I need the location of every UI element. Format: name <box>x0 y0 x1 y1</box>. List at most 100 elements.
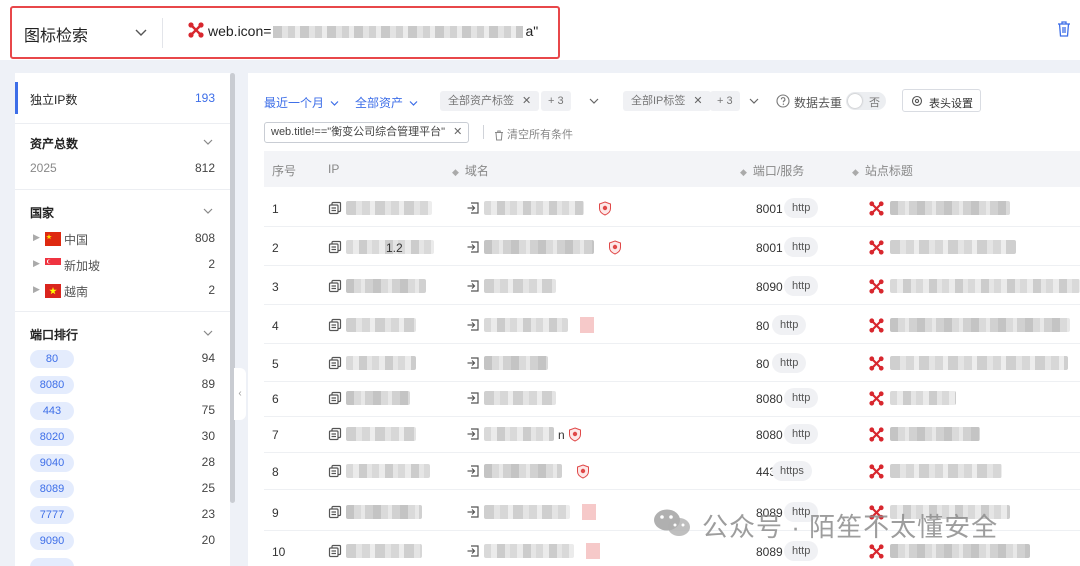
protocol-badge[interactable]: http <box>784 276 819 296</box>
asset-tag-chip[interactable]: 全部资产标签 ✕ <box>440 91 540 111</box>
redacted-title[interactable] <box>890 201 1010 215</box>
copy-icon[interactable] <box>328 544 342 558</box>
chevron-down-icon[interactable] <box>202 136 214 148</box>
redacted-domain[interactable] <box>484 427 554 441</box>
redacted-ip[interactable] <box>346 544 422 558</box>
port-pill[interactable]: 80 <box>30 350 74 368</box>
open-link-icon[interactable] <box>466 318 480 332</box>
redacted-title[interactable] <box>890 279 1080 293</box>
sort-icon[interactable]: ◆ <box>740 167 747 177</box>
column-settings-button[interactable]: 表头设置 <box>902 89 981 112</box>
sidebar-scrollbar[interactable] <box>230 73 235 503</box>
chevron-down-icon[interactable] <box>748 95 760 107</box>
open-link-icon[interactable] <box>466 356 480 370</box>
redacted-domain[interactable] <box>484 279 556 293</box>
redacted-ip[interactable] <box>346 279 426 293</box>
protocol-badge[interactable]: http <box>784 237 819 257</box>
redacted-domain[interactable] <box>484 201 584 215</box>
redacted-ip[interactable] <box>346 391 410 405</box>
port-pill[interactable]: 9090 <box>30 532 74 550</box>
port-item[interactable]: 9040 28 <box>30 454 215 472</box>
port-pill-partial[interactable] <box>30 558 74 566</box>
port-item[interactable]: 443 75 <box>30 402 215 420</box>
clear-conditions-button[interactable]: 清空所有条件 <box>494 126 573 142</box>
country-item-vietnam[interactable]: ▶ 越南 2 <box>30 283 215 301</box>
time-filter-dropdown[interactable]: 最近一个月 <box>264 94 340 111</box>
ip-tag-chip[interactable]: 全部IP标签 ✕ <box>623 91 711 111</box>
protocol-badge[interactable]: http <box>784 424 819 444</box>
country-item-singapore[interactable]: ▶ 新加坡 2 <box>30 257 215 275</box>
redacted-title[interactable] <box>890 356 1068 370</box>
protocol-badge[interactable]: http <box>784 388 819 408</box>
protocol-badge[interactable]: http <box>772 315 807 335</box>
redacted-domain[interactable] <box>484 240 594 254</box>
protocol-badge[interactable]: https <box>772 461 812 481</box>
redacted-ip[interactable] <box>346 427 416 441</box>
asset-total-row[interactable]: 2025 812 <box>30 161 215 179</box>
port-pill[interactable]: 9040 <box>30 454 74 472</box>
redacted-domain[interactable] <box>484 464 562 478</box>
redacted-title[interactable] <box>890 464 1002 478</box>
chevron-down-icon[interactable] <box>588 95 600 107</box>
col-domain[interactable]: ◆ 域名 <box>452 162 489 179</box>
copy-icon[interactable] <box>328 427 342 441</box>
protocol-badge[interactable]: http <box>772 353 807 373</box>
open-link-icon[interactable] <box>466 505 480 519</box>
table-row[interactable]: 6 8080 http <box>264 379 1080 417</box>
col-port[interactable]: ◆ 端口/服务 <box>740 162 804 179</box>
collapse-sidebar-button[interactable]: ‹ <box>234 368 246 420</box>
dedup-toggle[interactable]: 否 <box>846 92 886 110</box>
redacted-ip[interactable] <box>346 356 416 370</box>
redacted-domain[interactable] <box>484 544 574 558</box>
table-row[interactable]: 7 n 8080 http <box>264 415 1080 453</box>
expand-arrow-icon[interactable]: ▶ <box>33 284 40 295</box>
port-pill[interactable]: 8089 <box>30 480 74 498</box>
copy-icon[interactable] <box>328 279 342 293</box>
table-row[interactable]: 4 80 http <box>264 306 1080 344</box>
redacted-ip[interactable] <box>346 318 416 332</box>
port-item[interactable]: 8080 89 <box>30 376 215 394</box>
copy-icon[interactable] <box>328 505 342 519</box>
col-ip[interactable]: IP <box>328 162 339 176</box>
unique-ip-tab[interactable]: 独立IP数 193 <box>15 82 230 114</box>
chevron-down-icon[interactable] <box>202 205 214 217</box>
open-link-icon[interactable] <box>466 544 480 558</box>
port-pill[interactable]: 7777 <box>30 506 74 524</box>
redacted-title[interactable] <box>890 544 1030 558</box>
search-type-select[interactable]: 图标检索 <box>24 22 88 46</box>
protocol-badge[interactable]: http <box>784 198 819 218</box>
close-icon[interactable]: ✕ <box>453 126 462 138</box>
port-item[interactable]: 80 94 <box>30 350 215 368</box>
port-pill[interactable]: 8080 <box>30 376 74 394</box>
asset-tag-more[interactable]: + 3 <box>541 91 571 111</box>
redacted-title[interactable] <box>890 240 1016 254</box>
open-link-icon[interactable] <box>466 279 480 293</box>
chevron-down-icon[interactable] <box>202 327 214 339</box>
copy-icon[interactable] <box>328 240 342 254</box>
expand-arrow-icon[interactable]: ▶ <box>33 258 40 269</box>
close-icon[interactable]: ✕ <box>522 95 531 107</box>
port-item[interactable]: 8089 25 <box>30 480 215 498</box>
open-link-icon[interactable] <box>466 391 480 405</box>
trash-icon[interactable] <box>1056 20 1072 38</box>
redacted-domain[interactable] <box>484 505 570 519</box>
condition-chip[interactable]: web.title!=="衡变公司综合管理平台" ✕ <box>264 122 470 143</box>
help-icon[interactable] <box>776 94 790 108</box>
table-row[interactable]: 5 80 http <box>264 344 1080 382</box>
search-query-input[interactable]: web.icon= a" <box>208 23 538 39</box>
redacted-domain[interactable] <box>484 356 548 370</box>
redacted-title[interactable] <box>890 318 1070 332</box>
port-item[interactable]: 8020 30 <box>30 428 215 446</box>
copy-icon[interactable] <box>328 318 342 332</box>
open-link-icon[interactable] <box>466 427 480 441</box>
open-link-icon[interactable] <box>466 201 480 215</box>
port-pill[interactable]: 8020 <box>30 428 74 446</box>
country-item-china[interactable]: ▶ 中国 808 <box>30 231 215 249</box>
table-row[interactable]: 2 1.2 8001 http <box>264 228 1080 266</box>
search-box[interactable]: 图标检索 web.icon= a" <box>10 6 560 59</box>
redacted-title[interactable] <box>890 427 980 441</box>
table-row[interactable]: 8 443 https <box>264 452 1080 490</box>
table-row[interactable]: 3 8090 http <box>264 267 1080 305</box>
copy-icon[interactable] <box>328 391 342 405</box>
redacted-domain[interactable] <box>484 391 556 405</box>
